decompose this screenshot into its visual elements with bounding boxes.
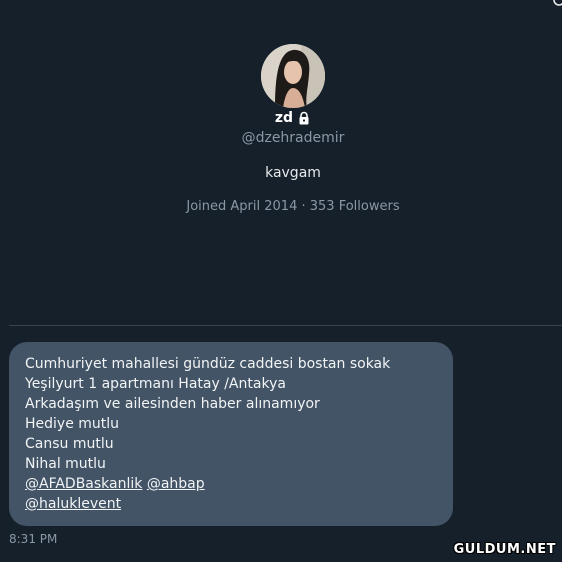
avatar-photo <box>261 44 325 108</box>
lock-icon <box>299 111 309 125</box>
followers-count[interactable]: 353 Followers <box>310 199 400 214</box>
mentions-line: @haluklevent <box>25 494 439 514</box>
profile-header: zd @dzehrademir kavgam Joined April 2014… <box>0 44 562 214</box>
search-icon[interactable] <box>552 0 562 7</box>
joined-date: Joined April 2014 <box>186 199 298 214</box>
divider <box>9 325 562 326</box>
message-bubble: Cumhuriyet mahallesi gündüz caddesi bost… <box>9 342 453 526</box>
message-line: Yeşilyurt 1 apartmanı Hatay /Antakya <box>25 376 286 392</box>
message-line: Arkadaşım ve ailesinden haber alınamıyor <box>25 396 320 412</box>
message-line: Nihal mutlu <box>25 456 106 472</box>
user-handle: @dzehrademir <box>241 130 345 146</box>
profile-meta: Joined April 2014 · 353 Followers <box>186 199 399 214</box>
display-name[interactable]: zd <box>275 110 293 126</box>
message-timestamp: 8:31 PM <box>9 532 58 546</box>
meta-separator: · <box>301 199 306 214</box>
message-line: Cansu mutlu <box>25 436 114 452</box>
mention-link-afad[interactable]: @AFADBaskanlik <box>25 476 142 492</box>
message-line: Cumhuriyet mahallesi gündüz caddesi bost… <box>25 356 391 372</box>
display-name-row: zd <box>275 110 311 126</box>
avatar[interactable] <box>261 44 325 108</box>
mention-link-ahbap[interactable]: @ahbap <box>147 476 205 492</box>
message-line: Hediye mutlu <box>25 416 120 432</box>
mentions-line: @AFADBaskanlik @ahbap <box>25 474 439 494</box>
watermark-logo: GULDUM.NET <box>453 542 556 557</box>
profile-bio: kavgam <box>265 165 321 181</box>
mention-link-haluklevent[interactable]: @haluklevent <box>25 496 121 512</box>
